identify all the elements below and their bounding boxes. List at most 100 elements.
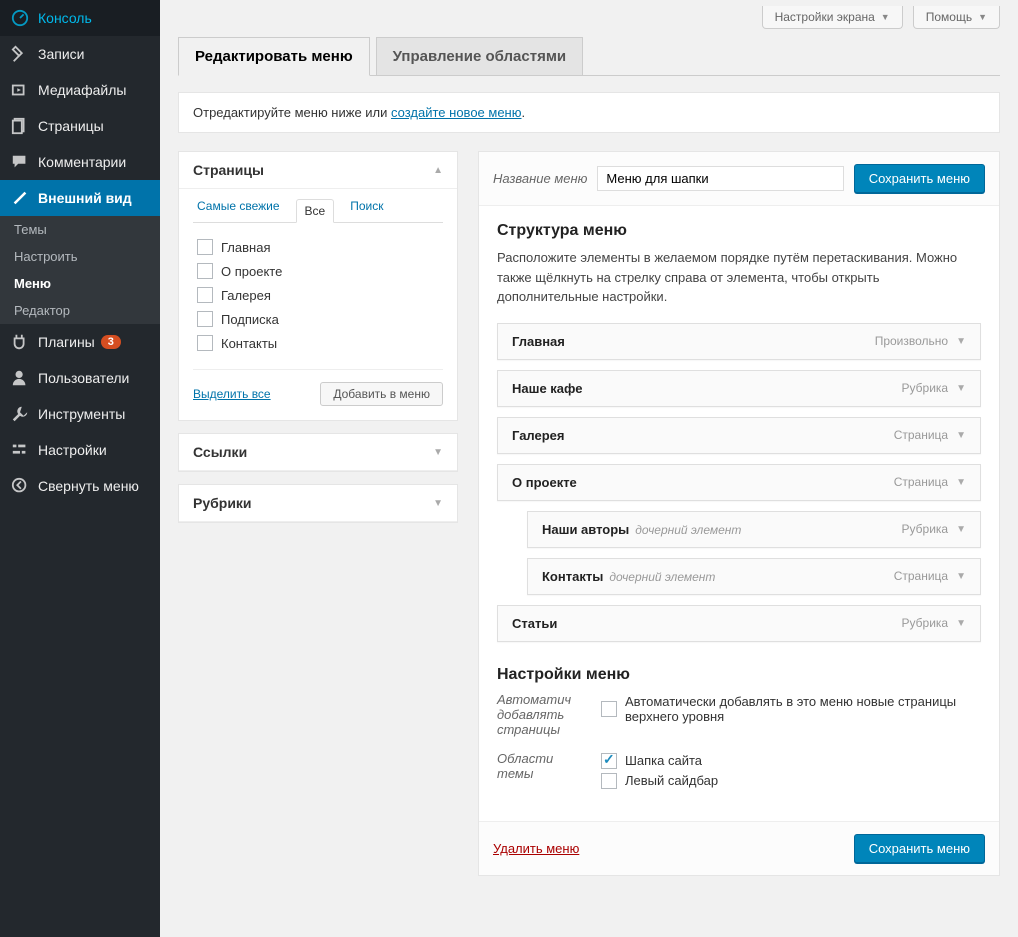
sidebar-item-label: Плагины (38, 334, 95, 350)
categories-metabox: Рубрики ▼ (178, 484, 458, 523)
page-item-label: Подписка (221, 312, 279, 327)
menu-name-input[interactable] (597, 166, 843, 191)
sidebar-item-label: Медиафайлы (38, 82, 126, 98)
sidebar-item-users[interactable]: Пользователи (0, 360, 160, 396)
categories-metabox-header[interactable]: Рубрики ▼ (179, 485, 457, 522)
sidebar-subitem[interactable]: Темы (0, 216, 160, 243)
checkbox-icon[interactable] (197, 311, 213, 327)
settings-icon (10, 440, 30, 460)
pages-tab-search[interactable]: Поиск (346, 199, 387, 222)
page-checkbox-item[interactable]: О проекте (197, 259, 443, 283)
menu-structure-description: Расположите элементы в желаемом порядке … (497, 248, 981, 307)
links-metabox: Ссылки ▼ (178, 433, 458, 472)
sidebar-item-comment[interactable]: Комментарии (0, 144, 160, 180)
create-menu-link[interactable]: создайте новое меню (391, 105, 521, 120)
chevron-down-icon[interactable]: ▼ (956, 524, 966, 535)
notice-text: Отредактируйте меню ниже или (193, 105, 391, 120)
media-icon (10, 80, 30, 100)
sidebar-subitem[interactable]: Редактор (0, 297, 160, 324)
page-item-label: Контакты (221, 336, 277, 351)
help-button[interactable]: Помощь▼ (913, 6, 1000, 29)
page-checkbox-item[interactable]: Галерея (197, 283, 443, 307)
theme-location-option[interactable]: Шапка сайта (601, 751, 981, 771)
pages-metabox-header[interactable]: Страницы ▲ (179, 152, 457, 189)
page-checkbox-item[interactable]: Контакты (197, 331, 443, 355)
menu-item-type: Страница ▼ (894, 569, 966, 583)
sidebar-item-plugin[interactable]: Плагины3 (0, 324, 160, 360)
child-indicator: дочерний элемент (635, 523, 741, 537)
menu-item-title: Статьи (512, 616, 557, 631)
sidebar-item-tools[interactable]: Инструменты (0, 396, 160, 432)
page-checkbox-item[interactable]: Подписка (197, 307, 443, 331)
sidebar-item-collapse[interactable]: Свернуть меню (0, 468, 160, 504)
tab-manage-locations[interactable]: Управление областями (376, 37, 584, 75)
menu-item-type: Рубрика ▼ (902, 381, 966, 395)
auto-add-option[interactable]: Автоматически добавлять в это меню новые… (601, 692, 981, 726)
add-to-menu-button[interactable]: Добавить в меню (320, 382, 443, 406)
checkbox-icon[interactable] (197, 263, 213, 279)
pages-tab-recent[interactable]: Самые свежие (193, 199, 284, 222)
menu-item-title: О проекте (512, 475, 577, 490)
sidebar-item-label: Записи (38, 46, 84, 62)
save-menu-button-bottom[interactable]: Сохранить меню (854, 834, 985, 863)
sidebar-item-label: Консоль (38, 10, 92, 26)
info-notice: Отредактируйте меню ниже или создайте но… (178, 92, 1000, 133)
auto-add-label: Автоматич добавлять страницы (497, 692, 587, 737)
checkbox-icon[interactable] (601, 773, 617, 789)
menu-structure-item[interactable]: ГалереяСтраница ▼ (497, 417, 981, 454)
links-metabox-header[interactable]: Ссылки ▼ (179, 434, 457, 471)
chevron-down-icon[interactable]: ▼ (956, 571, 966, 582)
chevron-down-icon[interactable]: ▼ (956, 430, 966, 441)
checkbox-icon[interactable] (197, 335, 213, 351)
sidebar-item-settings[interactable]: Настройки (0, 432, 160, 468)
checkbox-icon[interactable] (197, 239, 213, 255)
sidebar-item-label: Инструменты (38, 406, 125, 422)
delete-menu-link[interactable]: Удалить меню (493, 841, 579, 856)
nav-tabs: Редактировать меню Управление областями (178, 37, 1000, 76)
menu-settings-heading: Настройки меню (497, 666, 981, 684)
save-menu-button-top[interactable]: Сохранить меню (854, 164, 985, 193)
menu-structure-item[interactable]: Контактыдочерний элемент Страница ▼ (527, 558, 981, 595)
sidebar-item-label: Настройки (38, 442, 107, 458)
sidebar-subitem[interactable]: Меню (0, 270, 160, 297)
menu-structure-item[interactable]: ГлавнаяПроизвольно ▼ (497, 323, 981, 360)
checkbox-icon[interactable] (601, 701, 617, 717)
chevron-down-icon[interactable]: ▼ (956, 618, 966, 629)
page-checkbox-item[interactable]: Главная (197, 235, 443, 259)
sidebar-item-dashboard[interactable]: Консоль (0, 0, 160, 36)
chevron-down-icon[interactable]: ▼ (956, 336, 966, 347)
sidebar-item-appearance[interactable]: Внешний вид (0, 180, 160, 216)
sidebar-item-pages[interactable]: Страницы (0, 108, 160, 144)
menu-structure-item[interactable]: Статьи Рубрика ▼ (497, 605, 981, 642)
sidebar-item-pin[interactable]: Записи (0, 36, 160, 72)
sidebar-item-label: Свернуть меню (38, 478, 139, 494)
plugin-icon (10, 332, 30, 352)
menu-structure-item[interactable]: О проектеСтраница ▼ (497, 464, 981, 501)
checkbox-icon[interactable] (197, 287, 213, 303)
chevron-down-icon[interactable]: ▼ (956, 477, 966, 488)
menu-structure-item[interactable]: Наше кафеРубрика ▼ (497, 370, 981, 407)
screen-options-button[interactable]: Настройки экрана▼ (762, 6, 903, 29)
checkbox-icon[interactable] (601, 753, 617, 769)
admin-sidebar: Консоль Записи Медиафайлы Страницы Комментар… (0, 0, 160, 937)
pages-icon (10, 116, 30, 136)
sidebar-subitem[interactable]: Настроить (0, 243, 160, 270)
theme-location-option[interactable]: Левый сайдбар (601, 771, 981, 791)
sidebar-item-label: Комментарии (38, 154, 126, 170)
appearance-icon (10, 188, 30, 208)
sidebar-item-label: Страницы (38, 118, 104, 134)
chevron-down-icon: ▼ (978, 12, 987, 22)
menu-item-title: Контактыдочерний элемент (542, 569, 715, 584)
menu-item-type: Рубрика ▼ (902, 616, 966, 630)
menu-structure-item[interactable]: Наши авторыдочерний элементРубрика ▼ (527, 511, 981, 548)
sidebar-item-media[interactable]: Медиафайлы (0, 72, 160, 108)
tab-edit-menus[interactable]: Редактировать меню (178, 37, 370, 76)
select-all-link[interactable]: Выделить все (193, 387, 271, 401)
chevron-down-icon[interactable]: ▼ (956, 383, 966, 394)
menu-edit-panel: Название меню Сохранить меню Структура м… (478, 151, 1000, 876)
pages-tab-all[interactable]: Все (296, 199, 335, 223)
menu-structure-heading: Структура меню (497, 222, 981, 240)
menu-item-title: Наши авторыдочерний элемент (542, 522, 741, 537)
page-item-label: О проекте (221, 264, 282, 279)
comment-icon (10, 152, 30, 172)
